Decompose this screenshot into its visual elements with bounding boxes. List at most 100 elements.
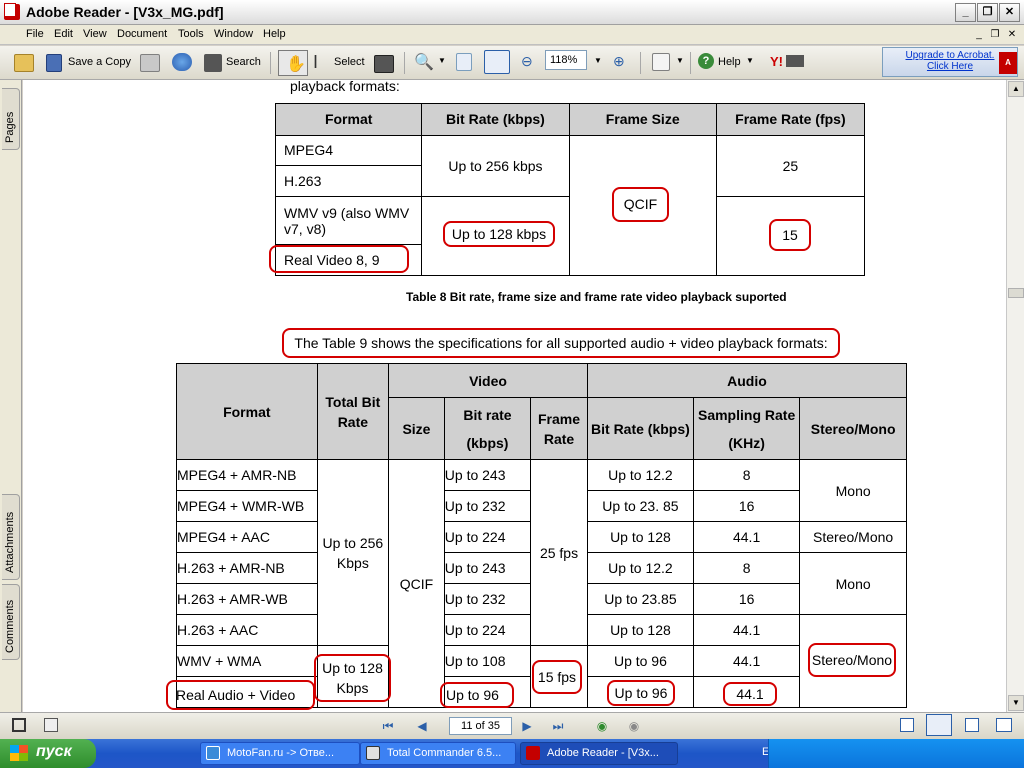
scroll-down-arrow-icon[interactable]: ▼ bbox=[1008, 695, 1024, 711]
t9-format-cell: H.263 + AMR-NB bbox=[176, 552, 318, 584]
select-label[interactable]: Select bbox=[334, 56, 365, 68]
previous-page-icon[interactable]: ◀ bbox=[414, 718, 430, 734]
yahoo-mail-icon[interactable] bbox=[786, 55, 804, 67]
t9-size-cell: QCIF bbox=[388, 459, 445, 708]
windows-logo-icon bbox=[10, 745, 28, 761]
hand-icon: ✋ bbox=[286, 56, 306, 73]
first-page-icon[interactable]: ⏮ bbox=[380, 718, 396, 734]
binoculars-icon[interactable] bbox=[204, 54, 222, 72]
qcif-highlight: QCIF bbox=[612, 187, 669, 222]
menu-edit[interactable]: Edit bbox=[54, 28, 73, 40]
taskbar-item-total-commander[interactable]: Total Commander 6.5... bbox=[360, 742, 516, 765]
minimize-button[interactable]: _ bbox=[955, 3, 976, 22]
single-page-view-icon[interactable] bbox=[900, 718, 914, 732]
zoom-select-arrow-icon[interactable]: ▼ bbox=[594, 56, 602, 65]
open-folder-icon[interactable] bbox=[14, 54, 34, 72]
scroll-up-arrow-icon[interactable]: ▲ bbox=[1008, 81, 1024, 97]
attachments-tab[interactable]: Attachments bbox=[2, 494, 20, 580]
fit-page-icon[interactable] bbox=[456, 53, 472, 71]
table-8-caption: Table 8 Bit rate, frame size and frame r… bbox=[406, 290, 787, 304]
doc-close-button[interactable]: ✕ bbox=[1005, 28, 1019, 42]
toolbar-separator bbox=[404, 52, 405, 74]
yahoo-toolbar-icon[interactable]: Y! bbox=[770, 54, 783, 69]
facing-view-icon[interactable] bbox=[965, 718, 979, 732]
snapshot-camera-icon[interactable] bbox=[374, 55, 394, 73]
hand-tool-button[interactable]: ✋ bbox=[278, 50, 308, 76]
t9-stereo-cell: Mono bbox=[799, 552, 907, 615]
doc-restore-button[interactable]: ❐ bbox=[988, 28, 1002, 42]
start-button[interactable]: пуск bbox=[0, 739, 96, 768]
bitrate-128-highlight: Up to 128 kbps bbox=[443, 221, 555, 247]
zoom-in-plus-icon[interactable]: ⊕ bbox=[613, 53, 625, 70]
t9-audio-bitrate-cell: Up to 23.85 bbox=[586, 583, 694, 615]
next-page-icon[interactable]: ▶ bbox=[519, 718, 535, 734]
t9-video-bitrate-cell: Up to 108 bbox=[443, 645, 532, 677]
panel-toggle-icon[interactable] bbox=[12, 718, 26, 732]
menu-view[interactable]: View bbox=[83, 28, 107, 40]
zoom-out-icon[interactable]: ⊖ bbox=[521, 53, 533, 70]
text-fragment: playback formats: bbox=[290, 80, 400, 94]
t9-video-bitrate-cell: Up to 224 bbox=[443, 614, 532, 646]
zoom-input[interactable]: 118% bbox=[545, 50, 587, 70]
help-icon[interactable]: ? bbox=[698, 53, 714, 69]
t9-audio-bitrate-cell: Up to 128 bbox=[586, 614, 694, 646]
close-button[interactable]: ✕ bbox=[999, 3, 1020, 22]
restore-button[interactable]: ❐ bbox=[977, 3, 998, 22]
last-page-icon[interactable]: ⏭ bbox=[550, 718, 566, 734]
continuous-view-icon[interactable] bbox=[926, 714, 952, 736]
t8-header-bitrate: Bit Rate (kbps) bbox=[421, 103, 570, 136]
taskbar-item-motofan[interactable]: MotoFan.ru -> Отве... bbox=[200, 742, 360, 765]
page-layout-icon[interactable] bbox=[44, 718, 58, 732]
print-icon[interactable] bbox=[140, 54, 160, 72]
t8-format-cell: WMV v9 (also WMV v7, v8) bbox=[274, 195, 423, 246]
t9-video-bitrate-cell: Up to 232 bbox=[443, 583, 532, 615]
adobe-logo-icon: A bbox=[999, 52, 1017, 74]
t9-header-sampling: Sampling Rate (KHz) bbox=[692, 397, 801, 460]
help-label[interactable]: Help bbox=[718, 56, 741, 68]
go-back-icon[interactable]: ◉ bbox=[594, 718, 610, 734]
t9-header-total-bitrate: Total Bit Rate bbox=[316, 363, 390, 460]
upgrade-link[interactable]: Upgrade to Acrobat. Click Here bbox=[895, 50, 1005, 72]
save-copy-label[interactable]: Save a Copy bbox=[68, 56, 131, 68]
window-title: Adobe Reader - [V3x_MG.pdf] bbox=[26, 4, 224, 20]
t9-header-stereo-mono: Stereo/Mono bbox=[799, 397, 907, 460]
t9-stereo-cell: Mono bbox=[799, 459, 907, 522]
real-video-highlight bbox=[269, 245, 409, 273]
t9-sampling-cell: 8 bbox=[692, 459, 801, 491]
document-icon[interactable] bbox=[4, 3, 16, 17]
zoom-in-icon[interactable]: 🔍 bbox=[414, 52, 434, 72]
toolbar-separator bbox=[270, 52, 271, 74]
comments-tab[interactable]: Comments bbox=[2, 584, 20, 660]
t9-header-audio-bitrate: Bit Rate (kbps) bbox=[586, 397, 694, 460]
select-cursor-icon[interactable]: Ι bbox=[313, 52, 318, 73]
t9-format-cell: WMV + WMA bbox=[176, 645, 318, 677]
scrollbar-thumb[interactable] bbox=[1008, 288, 1024, 298]
t9-framerate-cell: 25 fps bbox=[530, 459, 588, 646]
menu-document[interactable]: Document bbox=[117, 28, 167, 40]
menu-tools[interactable]: Tools bbox=[178, 28, 204, 40]
menu-file[interactable]: File bbox=[26, 28, 44, 40]
taskbar-item-adobe-reader[interactable]: Adobe Reader - [V3x... bbox=[520, 742, 678, 765]
t9-format-cell: H.263 + AMR-WB bbox=[176, 583, 318, 615]
save-icon[interactable] bbox=[46, 54, 62, 72]
table-9-intro: The Table 9 shows the specifications for… bbox=[282, 328, 840, 358]
zoom-dropdown-icon[interactable]: ▼ bbox=[438, 56, 446, 65]
vertical-scrollbar[interactable]: ▲ ▼ bbox=[1006, 80, 1024, 712]
t9-audio-bitrate-cell: Up to 96 bbox=[586, 645, 694, 677]
t8-header-framerate: Frame Rate (fps) bbox=[715, 103, 866, 136]
page-number-input[interactable]: 11 of 35 bbox=[449, 717, 512, 735]
pages-tab[interactable]: Pages bbox=[2, 88, 20, 150]
ie-icon bbox=[206, 746, 220, 760]
t9-header-size: Size bbox=[388, 397, 445, 460]
go-forward-icon[interactable]: ◉ bbox=[626, 718, 642, 734]
menu-help[interactable]: Help bbox=[263, 28, 286, 40]
continuous-facing-view-icon[interactable] bbox=[996, 718, 1012, 732]
email-icon[interactable] bbox=[172, 53, 192, 71]
menu-window[interactable]: Window bbox=[214, 28, 253, 40]
search-label[interactable]: Search bbox=[226, 56, 261, 68]
rotate-view-icon[interactable] bbox=[652, 53, 670, 71]
fit-width-icon[interactable] bbox=[484, 50, 510, 74]
help-dropdown-icon[interactable]: ▼ bbox=[746, 56, 754, 65]
rotate-dropdown-icon[interactable]: ▼ bbox=[676, 56, 684, 65]
doc-minimize-button[interactable]: _ bbox=[972, 28, 986, 42]
